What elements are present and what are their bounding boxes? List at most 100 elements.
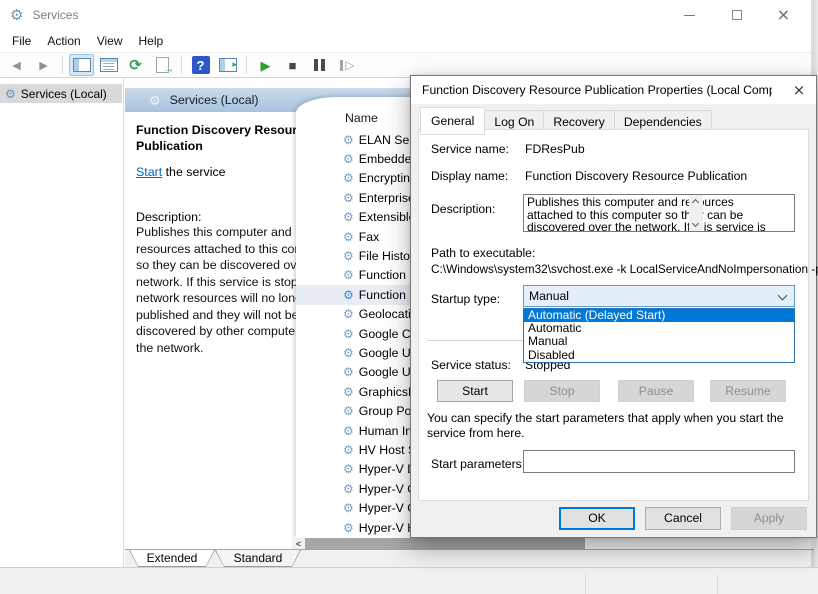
ok-button[interactable]: OK <box>559 507 635 530</box>
service-gear-icon: ⚙ <box>343 269 354 281</box>
service-name: Function <box>359 288 406 302</box>
services-gear-icon: ⚙ <box>149 94 161 107</box>
service-gear-icon: ⚙ <box>343 522 354 534</box>
service-status-label: Service status: <box>431 358 511 372</box>
service-gear-icon: ⚙ <box>343 502 354 514</box>
menu-action[interactable]: Action <box>39 31 88 51</box>
service-gear-icon: ⚙ <box>343 425 354 437</box>
stop-service-icon[interactable]: ■ <box>280 54 305 76</box>
startup-type-value: Manual <box>529 289 569 303</box>
extended-view-icon[interactable] <box>215 54 240 76</box>
start-service-link[interactable]: Start <box>136 165 162 179</box>
service-name: Function <box>359 268 406 282</box>
service-properties-dialog: Function Discovery Resource Publication … <box>410 75 817 538</box>
dialog-close-icon[interactable]: × <box>782 76 816 104</box>
description-scrollbar[interactable] <box>689 195 703 231</box>
description-textbox[interactable]: Publishes this computer and resources at… <box>523 194 795 232</box>
resume-button: Resume <box>710 380 786 402</box>
back-icon[interactable]: ◄ <box>4 54 29 76</box>
extended-header-title: Services (Local) <box>170 93 259 107</box>
maximize-button[interactable] <box>713 0 760 30</box>
path-value: C:\Windows\system32\svchost.exe -k Local… <box>431 262 818 276</box>
menu-view[interactable]: View <box>89 31 131 51</box>
window-controls: × <box>666 0 807 30</box>
service-name: Encrypting <box>359 171 417 185</box>
export-list-icon[interactable] <box>150 54 175 76</box>
dialog-tab-general[interactable]: General <box>420 107 485 135</box>
view-tab-extended[interactable]: Extended <box>129 550 215 567</box>
path-label: Path to executable: <box>431 246 535 260</box>
pause-service-icon[interactable] <box>307 54 332 76</box>
service-gear-icon: ⚙ <box>343 463 354 475</box>
forward-icon[interactable]: ► <box>31 54 56 76</box>
service-gear-icon: ⚙ <box>343 347 354 359</box>
properties-icon[interactable] <box>96 54 121 76</box>
cancel-button[interactable]: Cancel <box>645 507 721 530</box>
start-button[interactable]: Start <box>437 380 513 402</box>
scroll-down-icon[interactable] <box>692 220 699 227</box>
service-gear-icon: ⚙ <box>343 289 354 301</box>
stop-button: Stop <box>524 380 600 402</box>
taskbar-divider <box>717 574 718 594</box>
service-gear-icon: ⚙ <box>343 483 354 495</box>
horizontal-scrollbar[interactable]: < <box>292 538 811 549</box>
window-titlebar[interactable]: ⚙ Services × <box>0 0 813 30</box>
toolbar-separator <box>181 56 182 74</box>
service-name: Enterprise <box>359 191 415 205</box>
service-name: File Histor <box>359 249 414 263</box>
dropdown-option[interactable]: Manual <box>524 335 794 348</box>
chevron-down-icon <box>778 291 788 301</box>
close-button[interactable]: × <box>760 0 807 30</box>
view-tab-standard[interactable]: Standard <box>215 550 301 567</box>
service-name: Google U <box>359 365 411 379</box>
service-name: Fax <box>359 230 380 244</box>
service-name: GraphicsP <box>359 385 416 399</box>
dropdown-option[interactable]: Disabled <box>524 349 794 362</box>
taskbar-strip <box>0 567 818 594</box>
service-gear-icon: ⚙ <box>343 444 354 456</box>
scroll-up-icon[interactable] <box>692 199 699 206</box>
view-tab-strip: ExtendedStandard <box>125 549 814 567</box>
scroll-left-icon[interactable]: < <box>292 538 305 549</box>
service-gear-icon: ⚙ <box>343 153 354 165</box>
service-name-label: Service name: <box>431 142 509 156</box>
column-header-name[interactable]: Name <box>345 111 378 125</box>
menu-file[interactable]: File <box>4 31 39 51</box>
service-name: Hyper-V D <box>359 462 416 476</box>
startup-type-dropdown: Automatic (Delayed Start)AutomaticManual… <box>523 308 795 363</box>
service-name: Geolocati <box>359 307 411 321</box>
start-parameters-input[interactable] <box>523 450 795 473</box>
service-gear-icon: ⚙ <box>343 134 354 146</box>
view-tab-label: Extended <box>130 550 214 566</box>
service-name: Human In <box>359 424 412 438</box>
tree-item-services-local[interactable]: ⚙ Services (Local) <box>0 84 122 103</box>
service-control-buttons: StartStopPauseResume <box>419 380 808 402</box>
service-gear-icon: ⚙ <box>343 366 354 378</box>
view-tab-label: Standard <box>216 550 300 566</box>
dialog-title: Function Discovery Resource Publication … <box>422 83 772 97</box>
startup-type-label: Startup type: <box>431 292 500 306</box>
service-name: Group Po <box>359 404 412 418</box>
service-name: Google C <box>359 327 411 341</box>
general-tab-page: Service name: FDResPub Display name: Fun… <box>418 129 809 501</box>
refresh-icon[interactable]: ⟳ <box>123 54 148 76</box>
show-console-tree-icon[interactable] <box>69 54 94 76</box>
scrollbar-thumb[interactable] <box>305 538 585 549</box>
services-gear-icon: ⚙ <box>5 88 16 100</box>
service-gear-icon: ⚙ <box>343 405 354 417</box>
startup-type-select[interactable]: Manual <box>523 285 795 307</box>
service-name: Hyper-V G <box>359 501 417 515</box>
service-gear-icon: ⚙ <box>343 328 354 340</box>
services-gear-icon: ⚙ <box>10 8 23 23</box>
menu-help[interactable]: Help <box>131 31 172 51</box>
start-parameters-note: You can specify the start parameters tha… <box>427 411 805 441</box>
dialog-footer: OKCancelApply <box>411 499 816 537</box>
dialog-titlebar[interactable]: Function Discovery Resource Publication … <box>411 76 816 104</box>
service-name: Extensible <box>359 210 416 224</box>
help-icon[interactable] <box>188 54 213 76</box>
restart-service-icon[interactable]: ▷ <box>334 54 359 76</box>
start-link-suffix: the service <box>162 165 225 179</box>
start-service-icon[interactable]: ▶ <box>253 54 278 76</box>
service-gear-icon: ⚙ <box>343 308 354 320</box>
minimize-button[interactable] <box>666 0 713 30</box>
